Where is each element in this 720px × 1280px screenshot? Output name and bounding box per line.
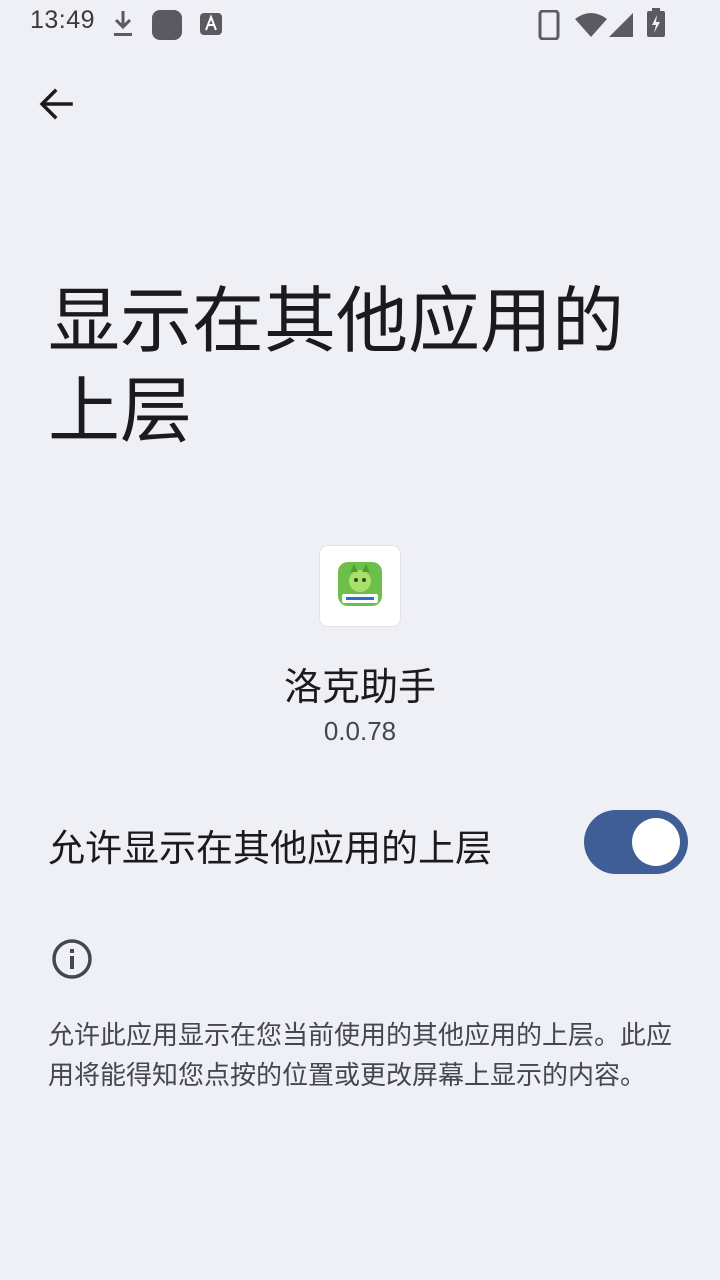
arrow-back-icon — [38, 86, 74, 126]
allow-overlay-label: 允许显示在其他应用的上层 — [48, 827, 492, 870]
app-name: 洛克助手 — [283, 665, 436, 709]
status-bar: 13:49 — [0, 0, 720, 48]
status-time: 13:49 — [30, 6, 96, 34]
info-icon — [50, 937, 94, 981]
app-notification-icon — [151, 9, 183, 41]
switch-thumb — [632, 818, 680, 866]
page-title: 显示在其他应用的上层 — [48, 279, 625, 453]
settings-screen: 13:49 显示在其他应用的上层 洛克助手 0.0.78 允许显示在其他应用的上… — [0, 0, 720, 1280]
wifi-icon — [574, 12, 608, 38]
allow-overlay-switch[interactable] — [584, 810, 688, 874]
signal-icon — [608, 12, 634, 38]
back-button[interactable] — [28, 78, 84, 134]
allow-overlay-setting-row[interactable]: 允许显示在其他应用的上层 — [0, 800, 720, 888]
info-description: 允许此应用显示在您当前使用的其他应用的上层。此应用将能得知您点按的位置或更改屏幕… — [48, 1021, 673, 1091]
app-version: 0.0.78 — [323, 716, 397, 746]
battery-charging-icon — [646, 8, 666, 38]
app-logo-icon — [336, 560, 384, 612]
text-a-icon — [199, 12, 223, 36]
download-icon — [110, 8, 136, 38]
app-icon — [320, 546, 400, 626]
phone-icon — [538, 10, 560, 40]
